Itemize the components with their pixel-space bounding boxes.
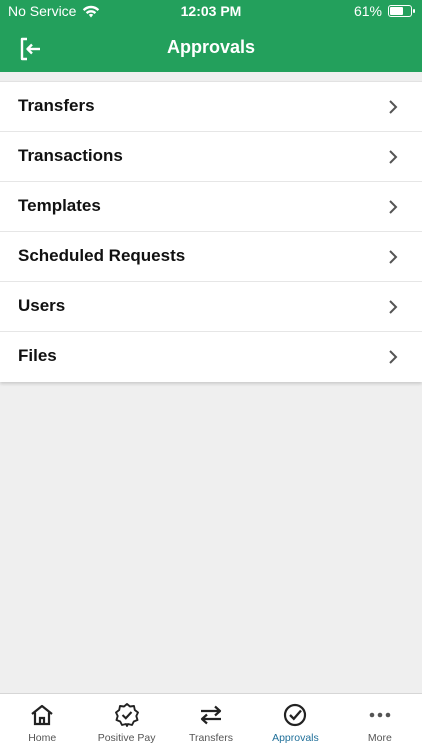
swap-arrows-icon <box>200 705 222 725</box>
battery-fill <box>390 7 404 15</box>
page-title: Approvals <box>166 37 256 57</box>
tab-transfers[interactable]: Transfers <box>169 694 253 750</box>
tab-label: Transfers <box>189 732 233 744</box>
nav-bar: Approvals <box>0 24 422 72</box>
menu-item-files[interactable]: Files <box>0 332 422 382</box>
menu-item-label: Transfers <box>18 96 95 115</box>
status-right: 61% <box>353 3 415 19</box>
battery-percent: 61% <box>353 3 382 19</box>
menu-item-label: Templates <box>18 196 101 215</box>
menu-item-label: Files <box>18 346 57 365</box>
tab-home[interactable]: Home <box>0 694 84 750</box>
tab-label: Approvals <box>272 732 319 744</box>
tab-approvals[interactable]: Approvals <box>253 694 337 750</box>
tab-bar: Home Positive Pay Transfers Approvals Mo… <box>0 693 422 750</box>
approvals-menu-list: Transfers Transactions Templates Schedul… <box>0 81 422 382</box>
battery-icon <box>388 5 415 17</box>
tab-positive-pay[interactable]: Positive Pay <box>84 694 168 750</box>
chevron-right-icon <box>389 300 398 314</box>
chevron-right-icon <box>389 100 398 114</box>
menu-item-label: Scheduled Requests <box>18 246 186 265</box>
chevron-right-icon <box>389 200 398 214</box>
chevron-right-icon <box>389 250 398 264</box>
tab-more[interactable]: More <box>338 694 422 750</box>
app-header: No Service 12:03 PM 61% Approvals <box>0 0 422 72</box>
menu-item-templates[interactable]: Templates <box>0 182 422 232</box>
chevron-right-icon <box>389 350 398 364</box>
tab-label: More <box>367 732 392 744</box>
tab-label: Positive Pay <box>97 732 156 744</box>
menu-item-scheduled-requests[interactable]: Scheduled Requests <box>0 232 422 282</box>
tab-label: Home <box>28 732 57 744</box>
badge-check-icon <box>114 703 139 727</box>
home-icon <box>31 704 53 726</box>
more-dots-icon <box>369 712 391 718</box>
menu-item-transfers[interactable]: Transfers <box>0 82 422 132</box>
chevron-right-icon <box>389 150 398 164</box>
menu-item-transactions[interactable]: Transactions <box>0 132 422 182</box>
check-circle-icon <box>284 703 307 727</box>
menu-item-label: Transactions <box>18 146 123 165</box>
status-bar: No Service 12:03 PM 61% <box>0 0 422 24</box>
menu-item-users[interactable]: Users <box>0 282 422 332</box>
menu-item-label: Users <box>18 296 66 315</box>
